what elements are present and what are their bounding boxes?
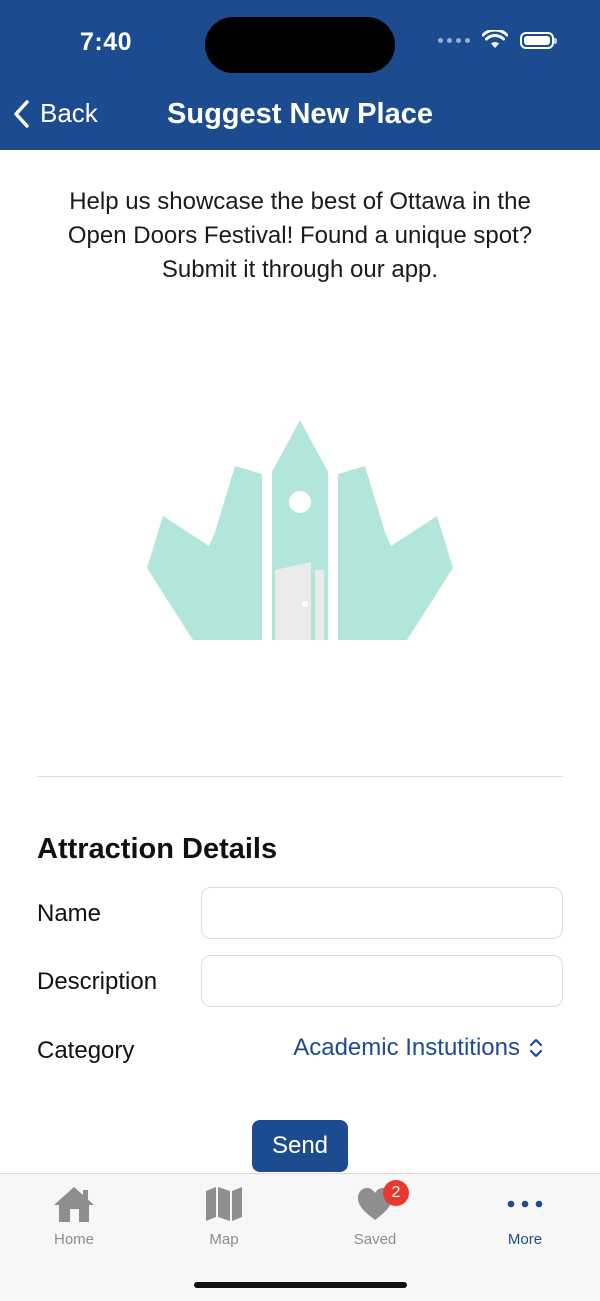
back-button[interactable]: Back	[12, 98, 98, 129]
back-button-label: Back	[40, 98, 98, 128]
wifi-icon	[482, 30, 508, 48]
tab-saved[interactable]: 2 Saved	[325, 1180, 425, 1248]
tab-home-label: Home	[53, 1231, 94, 1248]
home-indicator	[194, 1282, 407, 1288]
tab-map[interactable]: Map	[174, 1182, 274, 1248]
name-label: Name	[37, 900, 102, 927]
map-icon	[206, 1187, 242, 1221]
tab-bar: Home Map 2 Saved More	[0, 1173, 600, 1301]
category-picker-value: Academic Instutitions	[293, 1034, 520, 1061]
more-icon	[507, 1200, 543, 1208]
intro-text: Help us showcase the best of Ottawa in t…	[67, 188, 533, 283]
status-icons	[438, 30, 557, 50]
tab-more-label: More	[507, 1231, 543, 1248]
home-icon	[54, 1187, 94, 1222]
section-title: Attraction Details	[37, 833, 278, 865]
tab-map-label: Map	[209, 1231, 239, 1248]
category-label: Category	[37, 1037, 135, 1064]
tab-more[interactable]: More	[475, 1182, 575, 1248]
saved-count-badge: 2	[383, 1180, 409, 1206]
navigation-header: 7:40 Back Suggest New Place	[0, 0, 600, 150]
chevron-left-icon	[14, 99, 29, 128]
dynamic-island	[205, 17, 395, 73]
chevron-up-down-icon	[529, 1038, 543, 1058]
open-doors-logo	[147, 420, 453, 640]
description-input[interactable]	[201, 955, 563, 1007]
tab-saved-label: Saved	[353, 1231, 397, 1248]
battery-icon	[520, 31, 557, 49]
cellular-signal-icon	[438, 37, 470, 43]
tab-home[interactable]: Home	[24, 1182, 124, 1248]
send-button[interactable]: Send	[252, 1120, 348, 1172]
status-time: 7:40	[80, 28, 133, 56]
category-picker[interactable]: Academic Instutitions	[293, 1034, 544, 1062]
section-divider	[37, 776, 563, 777]
description-label: Description	[37, 968, 158, 995]
name-input[interactable]	[201, 887, 563, 939]
